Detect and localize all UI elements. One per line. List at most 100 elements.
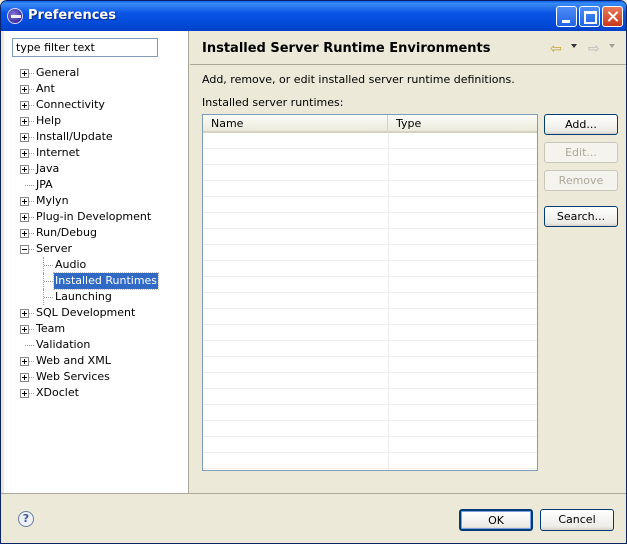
tree-item-label: Java — [36, 162, 60, 175]
eclipse-icon — [7, 8, 23, 24]
expand-icon[interactable] — [20, 165, 29, 174]
expand-icon[interactable] — [20, 325, 29, 334]
title-bar[interactable]: Preferences — [1, 1, 626, 31]
tree-item[interactable]: XDoclet — [4, 385, 189, 401]
tree-connector — [44, 281, 53, 282]
tree-item-label: Ant — [36, 82, 55, 95]
tree-item[interactable]: SQL Development — [4, 305, 189, 321]
tree-connector — [29, 89, 34, 90]
tree-item-label: SQL Development — [36, 306, 136, 319]
tree-item-label: Installed Runtimes — [52, 272, 160, 290]
tree-item[interactable]: Web and XML — [4, 353, 189, 369]
expand-icon[interactable] — [20, 149, 29, 158]
tree-item[interactable]: Web Services — [4, 369, 189, 385]
expand-icon[interactable] — [20, 373, 29, 382]
tree-item-label: Web and XML — [36, 354, 111, 367]
tree-item[interactable]: Run/Debug — [4, 225, 189, 241]
runtimes-table[interactable]: Name Type — [202, 114, 538, 471]
forward-dropdown-icon — [609, 44, 615, 48]
search-button[interactable]: Search... — [544, 206, 618, 227]
ok-button[interactable]: OK — [459, 509, 533, 531]
expand-icon[interactable] — [20, 229, 29, 238]
tree-item[interactable]: Validation — [4, 337, 189, 353]
window-title: Preferences — [28, 8, 116, 23]
tree-item-label: Connectivity — [36, 98, 105, 111]
preferences-window: Preferences General Ant Connectivity Help In… — [0, 0, 627, 544]
tree-item-label: Web Services — [36, 370, 110, 383]
column-header-type[interactable]: Type — [388, 115, 537, 133]
cancel-button[interactable]: Cancel — [540, 509, 614, 531]
tree-item[interactable]: Server — [4, 241, 189, 257]
tree-connector — [29, 249, 34, 250]
minimize-button[interactable] — [556, 6, 577, 27]
tree-item-label: Validation — [36, 338, 91, 351]
back-dropdown-icon[interactable] — [571, 44, 577, 48]
page-description: Add, remove, or edit installed server ru… — [202, 73, 515, 86]
tree-item[interactable]: General — [4, 65, 189, 81]
tree-connector — [29, 169, 34, 170]
add-button[interactable]: Add... — [544, 114, 618, 135]
tree-item[interactable]: Ant — [4, 81, 189, 97]
tree-connector — [29, 73, 34, 74]
tree-item[interactable]: JPA — [4, 177, 189, 193]
tree-item[interactable]: Mylyn — [4, 193, 189, 209]
tree-connector — [29, 153, 34, 154]
preference-tree-pane: General Ant Connectivity Help Install/Update… — [4, 31, 189, 493]
expand-icon[interactable] — [20, 197, 29, 206]
tree-connector — [29, 329, 34, 330]
tree-item[interactable]: Connectivity — [4, 97, 189, 113]
page-title: Installed Server Runtime Environments — [202, 41, 491, 56]
remove-button: Remove — [544, 170, 618, 191]
tree-item-label: Internet — [36, 146, 80, 159]
filter-input[interactable] — [12, 38, 158, 57]
tree-item-label: Run/Debug — [36, 226, 97, 239]
tree-connector — [29, 377, 34, 378]
tree-connector — [44, 265, 53, 266]
column-header-name[interactable]: Name — [203, 115, 388, 133]
tree-item-label: Install/Update — [36, 130, 113, 143]
preference-tree: General Ant Connectivity Help Install/Update… — [4, 65, 189, 401]
expand-icon[interactable] — [20, 309, 29, 318]
expand-icon[interactable] — [20, 101, 29, 110]
back-arrow-icon[interactable]: ⇦ — [550, 41, 562, 57]
expand-icon[interactable] — [20, 213, 29, 222]
runtimes-table-label: Installed server runtimes: — [202, 96, 344, 109]
tree-item[interactable]: Team — [4, 321, 189, 337]
expand-icon[interactable] — [20, 85, 29, 94]
tree-item[interactable]: Plug-in Development — [4, 209, 189, 225]
tree-item-label: Mylyn — [36, 194, 69, 207]
table-header: Name Type — [203, 115, 537, 133]
edit-button: Edit... — [544, 142, 618, 163]
tree-item[interactable]: Java — [4, 161, 189, 177]
expand-icon[interactable] — [20, 117, 29, 126]
tree-item-label: Plug-in Development — [36, 210, 152, 223]
tree-connector — [25, 185, 34, 186]
tree-item-label: Team — [36, 322, 66, 335]
help-icon[interactable]: ? — [18, 511, 34, 527]
preference-page: Installed Server Runtime Environments ⇦ … — [190, 31, 626, 493]
collapse-icon[interactable] — [20, 245, 29, 254]
expand-icon[interactable] — [20, 389, 29, 398]
tree-item-label: Audio — [55, 258, 87, 271]
tree-item[interactable]: Help — [4, 113, 189, 129]
tree-item[interactable]: Launching — [4, 289, 189, 305]
page-header: Installed Server Runtime Environments ⇦ … — [190, 31, 626, 65]
tree-item[interactable]: Installed Runtimes — [4, 272, 189, 290]
tree-item[interactable]: Install/Update — [4, 129, 189, 145]
expand-icon[interactable] — [20, 69, 29, 78]
tree-item[interactable]: Audio — [4, 257, 189, 273]
close-button[interactable] — [602, 6, 623, 27]
tree-connector — [29, 105, 34, 106]
forward-arrow-icon: ⇨ — [588, 41, 600, 57]
tree-connector — [29, 121, 34, 122]
tree-item-label: JPA — [36, 178, 53, 191]
expand-icon[interactable] — [20, 357, 29, 366]
tree-item-label: Launching — [55, 290, 112, 303]
maximize-button[interactable] — [579, 6, 600, 27]
tree-connector — [25, 345, 34, 346]
tree-connector — [29, 217, 34, 218]
tree-connector — [44, 297, 53, 298]
expand-icon[interactable] — [20, 133, 29, 142]
table-body[interactable] — [203, 133, 537, 470]
tree-item[interactable]: Internet — [4, 145, 189, 161]
